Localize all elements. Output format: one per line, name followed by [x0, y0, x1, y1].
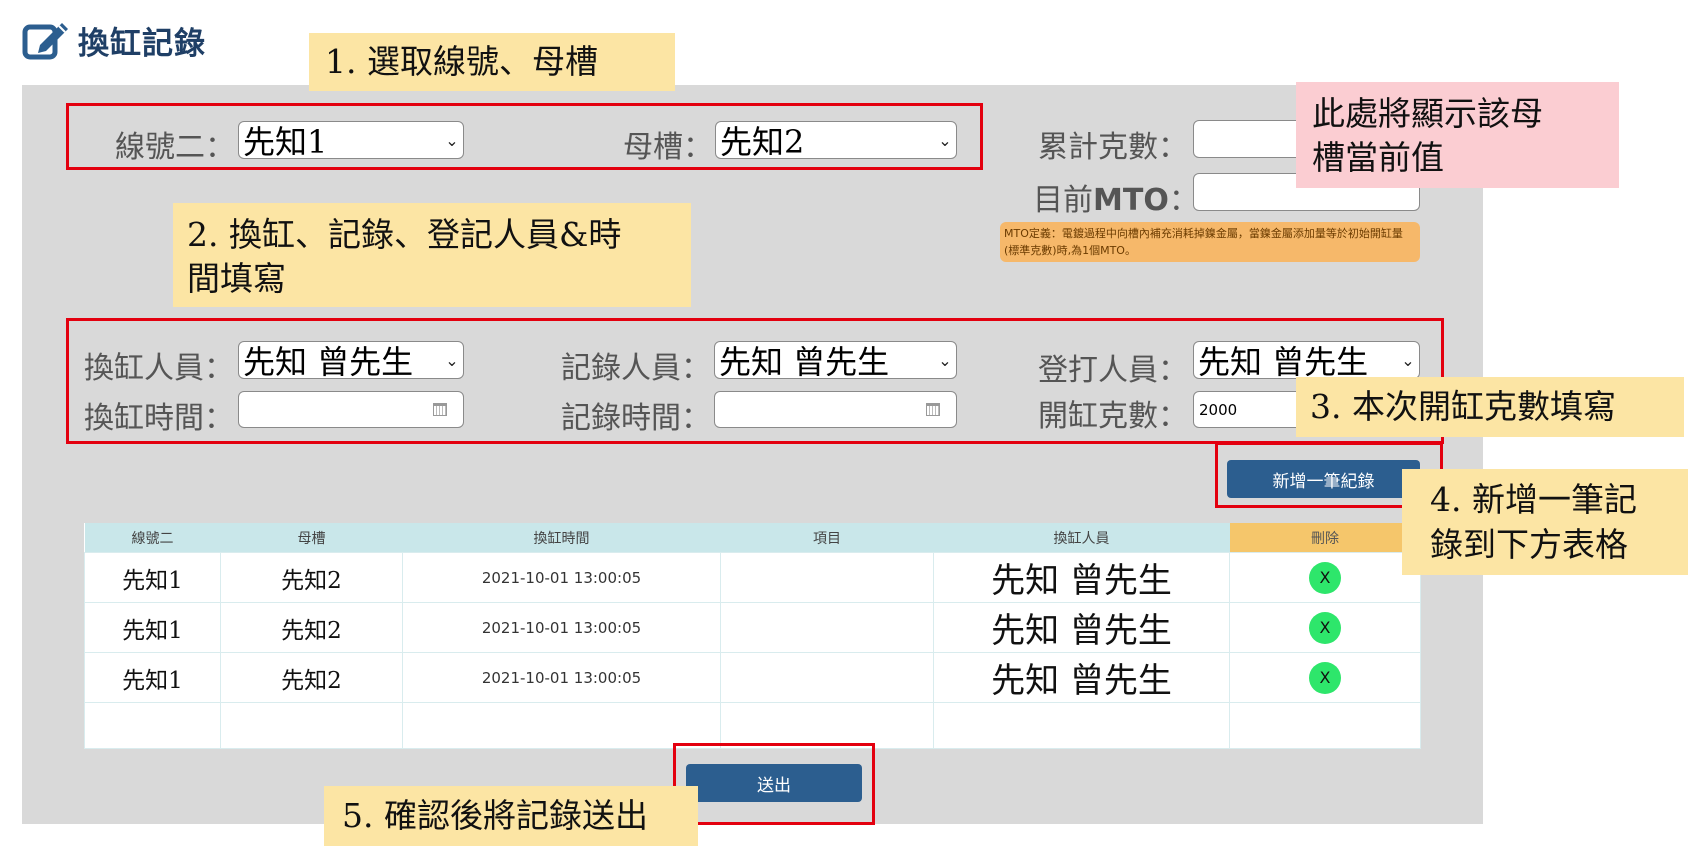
cell-delete: X	[1229, 652, 1421, 703]
cell-time: 2021-10-01 13:00:05	[402, 652, 721, 703]
records-table: 線號二 母槽 換缸時間 項目 換缸人員 刪除 先知1 先知2 2021-10-0…	[84, 523, 1421, 749]
column-header-delete: 刪除	[1229, 523, 1421, 553]
edit-icon	[22, 23, 68, 60]
annotation-step3: 3. 本次開缸克數填寫	[1296, 377, 1684, 437]
mto-definition-note: MTO定義：電鍍過程中向槽內補充消耗掉鎳金屬，當鎳金屬添加量等於初始開缸量(標準…	[1000, 222, 1420, 262]
annotation-step5: 5. 確認後將記錄送出	[324, 786, 698, 846]
cell-item	[720, 602, 934, 653]
cell-person: 先知 曾先生	[933, 652, 1230, 703]
column-header-time: 換缸時間	[402, 523, 721, 553]
table-row: 先知1 先知2 2021-10-01 13:00:05 先知 曾先生 X	[84, 652, 1421, 703]
cumulative-grams-label: 累計克數：	[1038, 130, 1188, 165]
empty-cell	[1229, 702, 1421, 749]
delete-row-button[interactable]: X	[1309, 661, 1341, 694]
cell-delete: X	[1229, 602, 1421, 653]
cell-tank: 先知2	[220, 552, 403, 603]
empty-cell	[933, 702, 1230, 749]
table-empty-row	[84, 702, 1421, 749]
page-header: 換缸記錄	[22, 16, 206, 64]
mto-label-bold: MTO	[1093, 183, 1169, 218]
cell-line: 先知1	[84, 552, 221, 603]
cell-time: 2021-10-01 13:00:05	[402, 602, 721, 653]
annotation-step4: 4. 新增一筆記 錄到下方表格	[1402, 469, 1688, 575]
delete-row-button[interactable]: X	[1309, 611, 1341, 644]
cell-item	[720, 652, 934, 703]
annotation-current-value-line1: 此處將顯示該母	[1312, 94, 1543, 133]
highlight-step5	[673, 743, 875, 825]
annotation-step2-line1: 2. 換缸、記錄、登記人員&時	[187, 215, 622, 254]
cell-line: 先知1	[84, 602, 221, 653]
delete-row-button[interactable]: X	[1309, 561, 1341, 594]
column-header-line: 線號二	[84, 523, 221, 553]
table-row: 先知1 先知2 2021-10-01 13:00:05 先知 曾先生 X	[84, 552, 1421, 603]
column-header-item: 項目	[720, 523, 934, 553]
annotation-step4-line2: 錄到下方表格	[1430, 525, 1628, 564]
annotation-step1: 1. 選取線號、母槽	[309, 33, 675, 91]
empty-cell	[84, 702, 221, 749]
current-mto-label: 目前MTO：	[1033, 175, 1199, 219]
column-header-person: 換缸人員	[933, 523, 1230, 553]
mto-label-prefix: 目前	[1033, 183, 1093, 218]
highlight-step2	[66, 318, 1444, 444]
empty-cell	[220, 702, 403, 749]
column-header-tank: 母槽	[220, 523, 403, 553]
cell-person: 先知 曾先生	[933, 602, 1230, 653]
highlight-step1	[66, 103, 983, 170]
table-header-row: 線號二 母槽 換缸時間 項目 換缸人員 刪除	[84, 523, 1421, 553]
annotation-step4-line1: 4. 新增一筆記	[1430, 480, 1637, 519]
cell-item	[720, 552, 934, 603]
cell-delete: X	[1229, 552, 1421, 603]
cell-tank: 先知2	[220, 602, 403, 653]
annotation-step2-line2: 間填寫	[187, 259, 286, 298]
annotation-current-value-line2: 槽當前值	[1312, 138, 1444, 177]
page-title: 換缸記錄	[78, 25, 206, 62]
annotation-step2: 2. 換缸、記錄、登記人員&時 間填寫	[173, 203, 691, 307]
cell-time: 2021-10-01 13:00:05	[402, 552, 721, 603]
empty-cell	[720, 702, 934, 749]
cell-tank: 先知2	[220, 652, 403, 703]
cell-line: 先知1	[84, 652, 221, 703]
empty-cell	[402, 702, 721, 749]
annotation-current-value: 此處將顯示該母 槽當前值	[1296, 82, 1619, 188]
cell-person: 先知 曾先生	[933, 552, 1230, 603]
table-row: 先知1 先知2 2021-10-01 13:00:05 先知 曾先生 X	[84, 602, 1421, 653]
